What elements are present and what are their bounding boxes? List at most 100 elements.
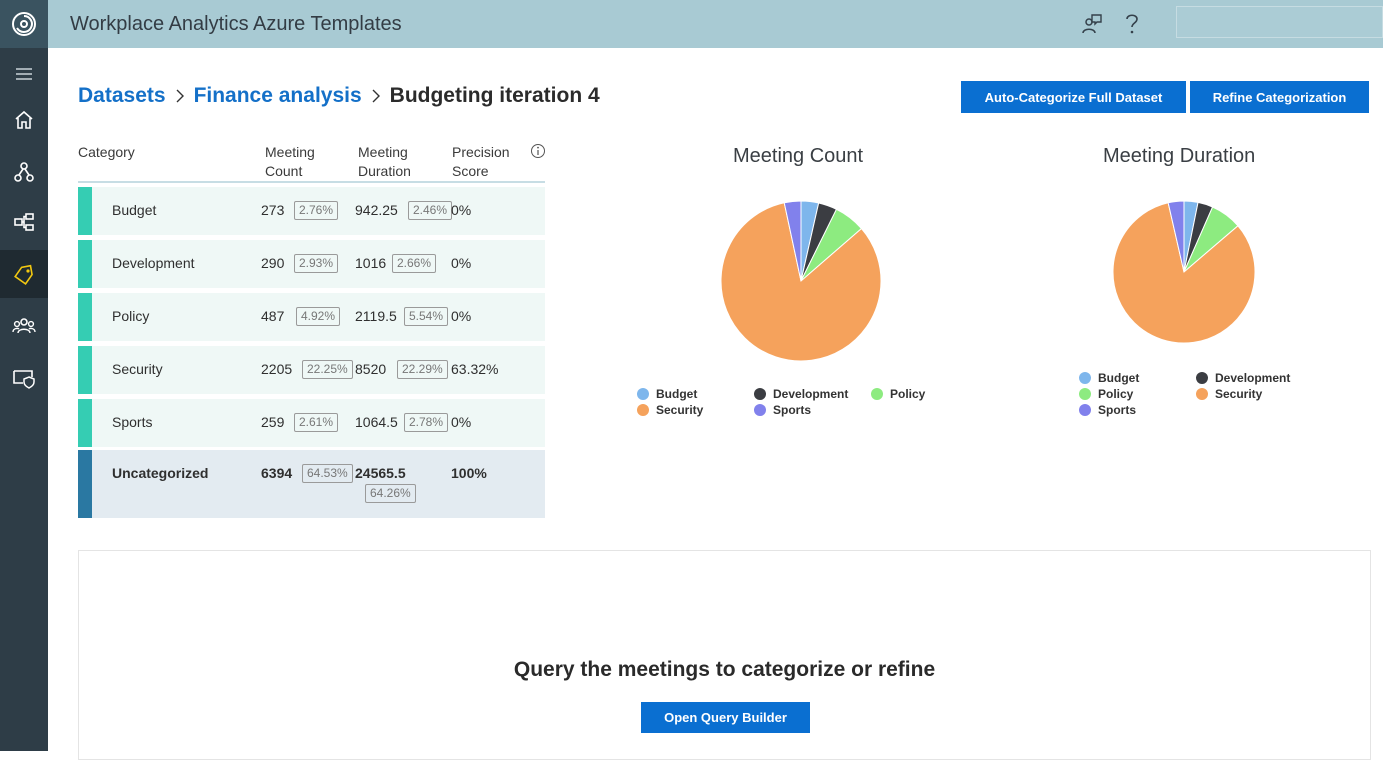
row-duration: 1016	[355, 255, 387, 271]
legend-item-policy[interactable]: Policy	[871, 387, 925, 401]
header-precision-line1: Precision	[452, 144, 510, 160]
chart-title-meeting-duration: Meeting Duration	[1103, 145, 1256, 167]
table-row[interactable]: Development 290 2.93% 1016 2.66% 0%	[78, 240, 545, 288]
chart-title-meeting-count: Meeting Count	[733, 145, 864, 167]
table-row[interactable]: Budget 273 2.76% 942.25 2.46% 0%	[78, 187, 545, 235]
header-precision-line2: Score	[452, 163, 489, 179]
network-icon	[14, 162, 34, 182]
legend-swatch	[637, 404, 649, 416]
nav-privacy[interactable]	[0, 354, 48, 402]
row-precision: 0%	[451, 414, 472, 430]
legend-label: Sports	[773, 403, 812, 417]
header-meeting-count-line1: Meeting	[265, 144, 315, 160]
legend-item-policy[interactable]: Policy	[1079, 387, 1133, 401]
category-color-bar	[78, 399, 92, 447]
row-duration-pct: 2.46%	[408, 201, 453, 220]
row-duration: 1064.5	[355, 414, 398, 430]
legend-label: Policy	[1098, 387, 1134, 401]
legend-item-budget[interactable]: Budget	[637, 387, 697, 401]
nav-hierarchy[interactable]	[0, 198, 48, 246]
row-precision: 0%	[451, 308, 472, 324]
row-duration-pct: 5.54%	[404, 307, 449, 326]
hierarchy-icon	[14, 213, 34, 231]
legend-item-sports[interactable]: Sports	[1079, 403, 1136, 417]
info-icon[interactable]	[530, 143, 546, 164]
category-color-bar	[78, 187, 92, 235]
row-duration: 2119.5	[355, 308, 397, 324]
category-color-bar	[78, 293, 92, 341]
row-count-pct: 2.93%	[294, 254, 339, 273]
tag-icon	[14, 264, 33, 285]
row-category: Policy	[112, 308, 150, 324]
people-icon	[12, 318, 36, 334]
breadcrumb: Datasets Finance analysis Budgeting iter…	[78, 82, 600, 110]
category-color-bar	[78, 240, 92, 288]
query-title: Query the meetings to categorize or refi…	[513, 658, 936, 681]
left-rail	[0, 0, 48, 751]
legend-swatch	[754, 388, 766, 400]
breadcrumb-current: Budgeting iteration 4	[389, 84, 600, 107]
row-precision: 63.32%	[451, 361, 499, 377]
nav-categorize[interactable]	[0, 250, 48, 298]
row-duration-pct: 2.78%	[404, 413, 449, 432]
table-row[interactable]: Policy 487 4.92% 2119.5 5.54% 0%	[78, 293, 545, 341]
row-count-pct: 64.53%	[302, 464, 353, 483]
row-count-pct: 22.25%	[302, 360, 353, 379]
header-precision-score[interactable]: Precision Score	[452, 143, 510, 181]
app-title: Workplace Analytics Azure Templates	[70, 13, 402, 35]
breadcrumb-datasets[interactable]: Datasets	[78, 84, 166, 108]
menu-button[interactable]	[0, 50, 48, 98]
auto-categorize-button[interactable]: Auto-Categorize Full Dataset	[961, 81, 1186, 113]
app-logo[interactable]	[0, 0, 48, 48]
meeting-duration-pie-chart[interactable]	[1112, 200, 1256, 344]
row-precision: 0%	[451, 202, 472, 218]
chevron-right-icon	[166, 82, 194, 110]
nav-network[interactable]	[0, 148, 48, 196]
row-duration: 8520	[355, 361, 387, 377]
row-duration-pct: 22.29%	[397, 360, 448, 379]
table-row-uncategorized[interactable]: Uncategorized 6394 64.53% 24565.5 64.26%…	[78, 450, 545, 518]
legend-label: Budget	[1098, 371, 1140, 385]
row-category: Sports	[112, 414, 153, 430]
header-meeting-duration[interactable]: Meeting Duration	[358, 143, 411, 181]
legend-item-sports[interactable]: Sports	[754, 403, 811, 417]
row-count: 259	[261, 414, 285, 430]
row-count: 6394	[261, 465, 293, 481]
header-meeting-count-line2: Count	[265, 163, 303, 179]
category-color-bar	[78, 346, 92, 394]
meeting-count-pie-chart[interactable]	[720, 200, 882, 362]
legend-label: Sports	[1098, 403, 1137, 417]
feedback-button[interactable]	[1080, 12, 1104, 36]
nav-people[interactable]	[0, 302, 48, 350]
row-precision: 0%	[451, 255, 472, 271]
header-category[interactable]: Category	[78, 143, 135, 162]
row-category: Security	[112, 361, 163, 377]
open-query-builder-button[interactable]: Open Query Builder	[641, 702, 810, 733]
legend-label: Security	[656, 403, 704, 417]
logo-icon	[12, 12, 36, 36]
category-color-bar	[78, 450, 92, 518]
table-row[interactable]: Sports 259 2.61% 1064.5 2.78% 0%	[78, 399, 545, 447]
row-duration: 942.25	[355, 202, 398, 218]
breadcrumb-finance-analysis[interactable]: Finance analysis	[194, 84, 362, 108]
query-panel: Query the meetings to categorize or refi…	[78, 550, 1371, 760]
row-count-pct: 2.61%	[294, 413, 339, 432]
table-row[interactable]: Security 2205 22.25% 8520 22.29% 63.32%	[78, 346, 545, 394]
search-box[interactable]	[1176, 6, 1383, 38]
legend-item-security[interactable]: Security	[637, 403, 703, 417]
legend-swatch	[1196, 372, 1208, 384]
header-meeting-count[interactable]: Meeting Count	[265, 143, 315, 181]
help-button[interactable]	[1120, 12, 1144, 36]
legend-item-development[interactable]: Development	[754, 387, 848, 401]
legend-label: Development	[1215, 371, 1291, 385]
refine-categorization-button[interactable]: Refine Categorization	[1190, 81, 1369, 113]
legend-item-budget[interactable]: Budget	[1079, 371, 1139, 385]
legend-item-development[interactable]: Development	[1196, 371, 1290, 385]
table-header: Category Meeting Count Meeting Duration …	[78, 143, 545, 183]
legend-swatch	[871, 388, 883, 400]
nav-home[interactable]	[0, 96, 48, 144]
legend-swatch	[1079, 404, 1091, 416]
legend-label: Development	[773, 387, 849, 401]
legend-swatch	[1079, 388, 1091, 400]
legend-item-security[interactable]: Security	[1196, 387, 1262, 401]
